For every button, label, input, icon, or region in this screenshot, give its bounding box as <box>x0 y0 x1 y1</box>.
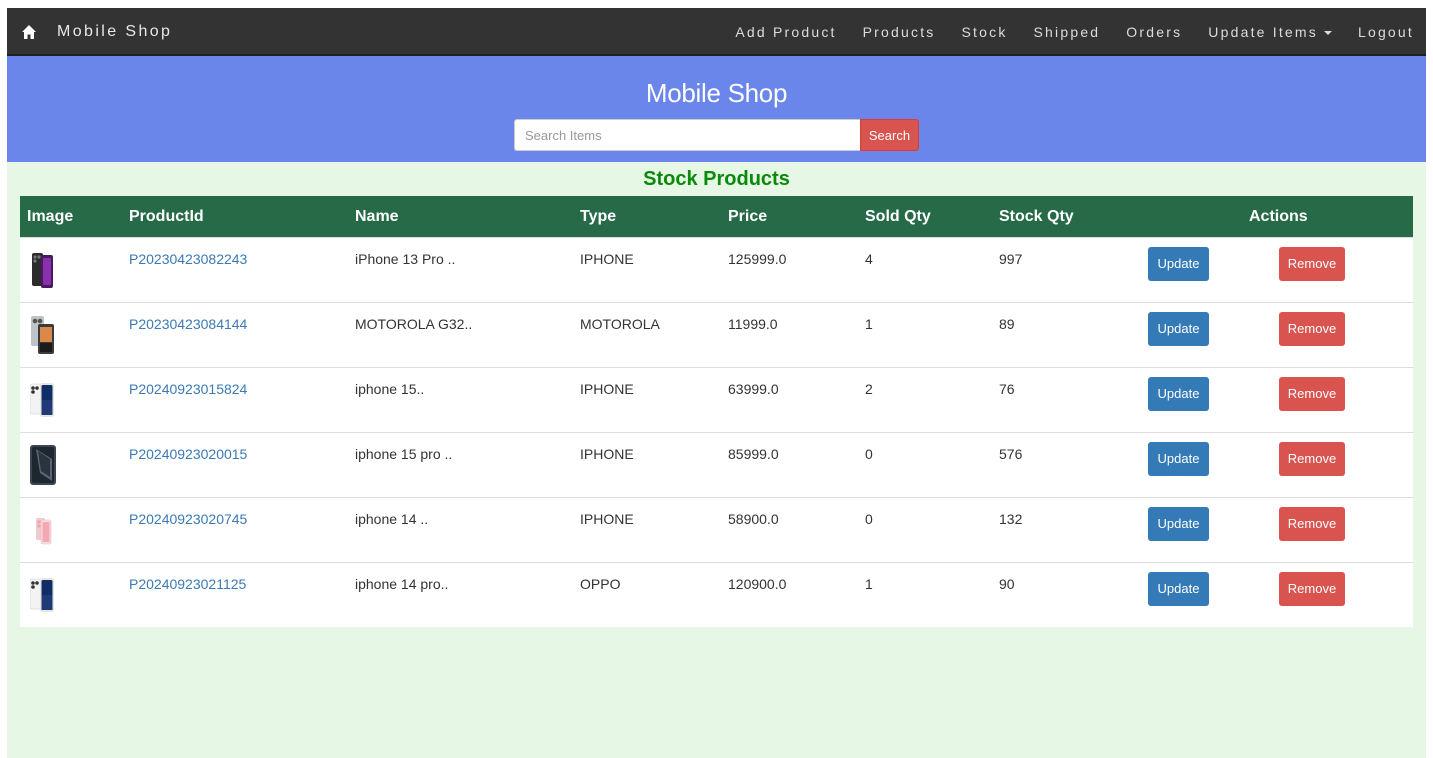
header-image: Image <box>27 208 74 225</box>
header-stock-qty: Stock Qty <box>999 208 1074 225</box>
hero-banner: Mobile Shop Search <box>7 56 1426 162</box>
page-frame: Mobile Shop Add Product Products Stock S… <box>7 8 1426 758</box>
header-product-id: ProductId <box>129 208 204 225</box>
product-id-link[interactable]: P20240923021125 <box>129 576 246 592</box>
nav-shipped[interactable]: Shipped <box>1034 24 1101 40</box>
product-type: MOTOROLA <box>580 316 660 332</box>
table-row: P20240923021125 iphone 14 pro.. OPPO 120… <box>20 562 1413 627</box>
search-bar: Search <box>514 119 919 151</box>
nav-stock[interactable]: Stock <box>962 24 1008 40</box>
brand[interactable]: Mobile Shop <box>21 8 172 56</box>
remove-button[interactable]: Remove <box>1279 312 1345 346</box>
caret-down-icon <box>1323 31 1332 36</box>
product-name: iphone 15 pro .. <box>355 446 453 462</box>
header-price: Price <box>728 208 768 225</box>
nav-logout[interactable]: Logout <box>1358 24 1414 40</box>
product-id-link[interactable]: P20240923020015 <box>129 446 247 462</box>
nav-orders[interactable]: Orders <box>1126 24 1182 40</box>
stock-qty: 576 <box>999 446 1023 462</box>
update-button[interactable]: Update <box>1148 572 1209 606</box>
table-row: P20230423082243 iPhone 13 Pro .. IPHONE … <box>20 237 1413 302</box>
product-price: 63999.0 <box>728 381 779 397</box>
product-price: 58900.0 <box>728 511 779 527</box>
remove-button[interactable]: Remove <box>1279 572 1345 606</box>
product-id-link[interactable]: P20230423084144 <box>129 316 247 332</box>
remove-button[interactable]: Remove <box>1279 377 1345 411</box>
product-type: OPPO <box>580 576 621 592</box>
sold-qty: 0 <box>865 446 873 462</box>
remove-button[interactable]: Remove <box>1279 442 1345 476</box>
product-name: iPhone 13 Pro .. <box>355 251 456 267</box>
remove-button[interactable]: Remove <box>1279 247 1345 281</box>
product-id-link[interactable]: P20240923015824 <box>129 381 247 397</box>
update-button[interactable]: Update <box>1148 377 1209 411</box>
motorola-g32-image <box>31 316 54 354</box>
header-type: Type <box>580 208 617 225</box>
update-button[interactable]: Update <box>1148 247 1209 281</box>
sold-qty: 2 <box>865 381 873 397</box>
sold-qty: 0 <box>865 511 873 527</box>
update-button[interactable]: Update <box>1148 312 1209 346</box>
product-name: iphone 15.. <box>355 381 425 397</box>
stock-qty: 89 <box>999 316 1015 332</box>
product-price: 85999.0 <box>728 446 779 462</box>
product-name: MOTOROLA G32.. <box>355 316 473 332</box>
product-name: iphone 14 pro.. <box>355 576 449 592</box>
remove-button[interactable]: Remove <box>1279 507 1345 541</box>
hero-title: Mobile Shop <box>645 78 788 108</box>
product-price: 125999.0 <box>728 251 787 267</box>
product-name: iphone 14 .. <box>355 511 429 527</box>
stock-qty: 90 <box>999 576 1015 592</box>
table-row: P20240923020745 iphone 14 .. IPHONE 5890… <box>20 497 1413 562</box>
nav-add-product[interactable]: Add Product <box>735 24 836 40</box>
stock-qty: 76 <box>999 381 1015 397</box>
table-row: P20230423084144 MOTOROLA G32.. MOTOROLA … <box>20 302 1413 367</box>
product-type: IPHONE <box>580 251 634 267</box>
product-id-link[interactable]: P20240923020745 <box>129 511 247 527</box>
sold-qty: 1 <box>865 316 873 332</box>
product-price: 11999.0 <box>728 316 778 332</box>
search-button[interactable]: Search <box>860 119 919 151</box>
product-type: IPHONE <box>580 446 634 462</box>
update-button[interactable]: Update <box>1148 442 1209 476</box>
navbar: Mobile Shop Add Product Products Stock S… <box>7 8 1426 56</box>
product-id-link[interactable]: P20230423082243 <box>129 251 247 267</box>
product-type: IPHONE <box>580 381 634 397</box>
nav-update-items-label: Update Items <box>1208 24 1318 40</box>
table-row: P20240923015824 iphone 15.. IPHONE 63999… <box>20 367 1413 432</box>
header-sold-qty: Sold Qty <box>865 208 931 225</box>
sold-qty: 4 <box>865 251 873 267</box>
search-input[interactable] <box>514 119 860 151</box>
nav-update-items-dropdown[interactable]: Update Items <box>1208 24 1332 40</box>
iphone-13-pro-image <box>32 253 53 288</box>
iphone-15-pro-image <box>30 445 56 485</box>
brand-label[interactable]: Mobile Shop <box>57 23 172 41</box>
iphone-14-image <box>36 518 52 545</box>
product-type: IPHONE <box>580 511 634 527</box>
table-row: P20240923020015 iphone 15 pro .. IPHONE … <box>20 432 1413 497</box>
sold-qty: 1 <box>865 576 873 592</box>
stock-table: Image ProductId Name Type Price Sold Qty… <box>20 196 1413 627</box>
nav-links: Add Product Products Stock Shipped Order… <box>709 8 1426 56</box>
section-title: Stock Products <box>643 168 790 190</box>
stock-qty: 132 <box>999 511 1023 527</box>
stock-qty: 997 <box>999 251 1023 267</box>
table-header: Image ProductId Name Type Price Sold Qty… <box>20 196 1413 237</box>
product-price: 120900.0 <box>728 576 787 592</box>
iphone-15-image <box>30 383 54 417</box>
home-icon[interactable] <box>21 24 37 40</box>
header-name: Name <box>355 208 399 225</box>
header-actions: Actions <box>1249 208 1308 225</box>
update-button[interactable]: Update <box>1148 507 1209 541</box>
iphone-14-pro-image <box>30 578 54 612</box>
nav-products[interactable]: Products <box>863 24 936 40</box>
